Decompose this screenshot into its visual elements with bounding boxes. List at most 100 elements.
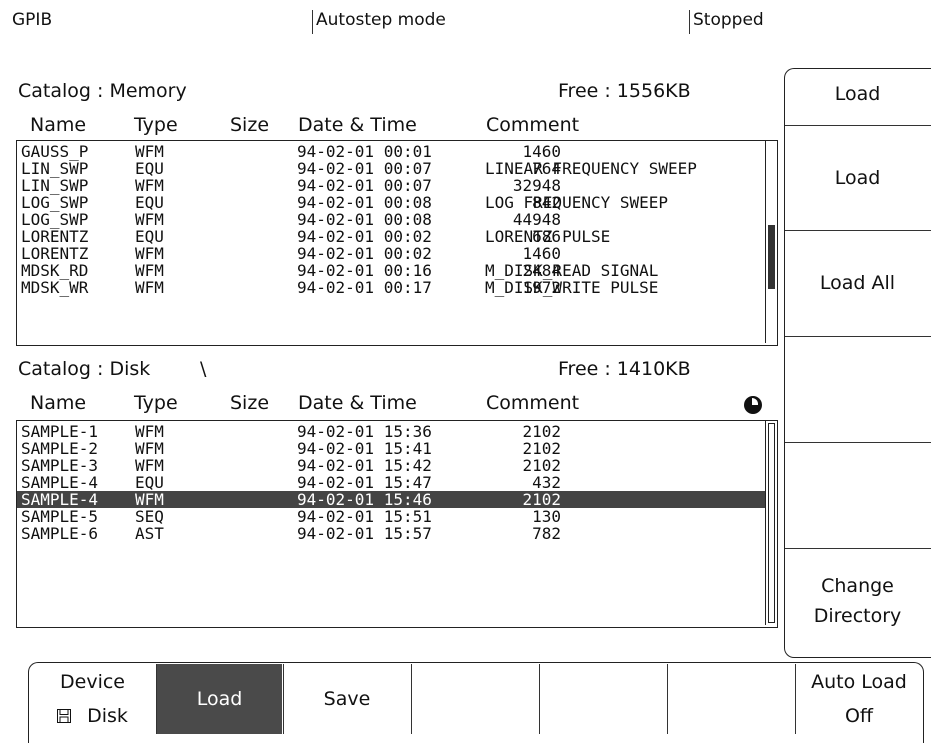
memory-row[interactable]: GAUSS_P WFM 1460 94-02-01 00:01 (17, 143, 765, 160)
disk-row[interactable]: SAMPLE-5 SEQ 130 94-02-01 15:51 (17, 508, 765, 525)
disk-row-size: 2102 (522, 439, 561, 458)
memory-row-type: WFM (135, 210, 164, 229)
memory-row[interactable]: MDSK_RD WFM 2484 94-02-01 00:16 M_DISK_READ … (17, 262, 765, 279)
memory-row-date: 94-02-01 00:17 (297, 278, 432, 297)
side-empty-button-2[interactable] (784, 443, 931, 547)
memory-col-type[interactable]: Type (134, 114, 178, 136)
disk-row-size: 2102 (522, 490, 561, 509)
disk-row[interactable]: SAMPLE-6 AST 782 94-02-01 15:57 (17, 525, 765, 542)
memory-col-size[interactable]: Size (230, 114, 269, 136)
memory-col-name[interactable]: Name (30, 114, 86, 136)
disk-row-name: SAMPLE-2 (21, 439, 99, 458)
memory-row-name: LIN_SWP (21, 176, 89, 195)
memory-scrollbar[interactable] (765, 141, 777, 343)
memory-row[interactable]: LIN_SWP WFM 32948 94-02-01 00:07 (17, 177, 765, 194)
disk-row-type: WFM (135, 456, 164, 475)
disk-row-type: SEQ (135, 507, 164, 526)
memory-free-space: Free : 1556KB (558, 80, 691, 102)
status-mode: Autostep mode (316, 10, 446, 30)
disk-row-date: 94-02-01 15:42 (297, 456, 432, 475)
memory-row-type: WFM (135, 244, 164, 263)
disk-row[interactable]: SAMPLE-1 WFM 2102 94-02-01 15:36 (17, 423, 765, 440)
auto-load-button[interactable]: Auto Load Off (796, 664, 922, 734)
disk-row-date: 94-02-01 15:41 (297, 439, 432, 458)
memory-row-name: LOG_SWP (21, 210, 89, 229)
memory-row-name: LIN_SWP (21, 159, 89, 178)
memory-row[interactable]: LORENTZ WFM 1460 94-02-01 00:02 (17, 245, 765, 262)
disk-row-size: 782 (532, 524, 561, 543)
memory-row[interactable]: MDSK_WR WFM 1972 94-02-01 00:17 M_DISK_WRITE… (17, 279, 765, 296)
bottom-load-button[interactable]: Load (157, 664, 282, 734)
bottom-empty-button-3[interactable] (668, 664, 794, 734)
memory-catalog-title: Catalog : Memory (18, 80, 187, 102)
disk-col-size[interactable]: Size (230, 392, 269, 414)
disk-row-date: 94-02-01 15:46 (297, 490, 432, 509)
disk-row-type: EQU (135, 473, 164, 492)
disk-scrollbar[interactable] (765, 421, 777, 625)
disk-file-list[interactable]: SAMPLE-1 WFM 2102 94-02-01 15:36 SAMPLE-2 WFM… (16, 420, 778, 628)
memory-row-name: LORENTZ (21, 244, 89, 263)
memory-col-comment[interactable]: Comment (486, 114, 579, 136)
bottom-save-button[interactable]: Save (284, 664, 410, 734)
memory-row[interactable]: LIN_SWP EQU 764 94-02-01 00:07 LINEAR FREQUE… (17, 160, 765, 177)
floppy-icon (57, 709, 72, 723)
memory-row[interactable]: LOG_SWP EQU 842 94-02-01 00:08 LOG FREQUENCY… (17, 194, 765, 211)
memory-scrollbar-thumb[interactable] (768, 225, 775, 289)
change-directory-label-2: Directory (813, 605, 902, 627)
disk-row-name: SAMPLE-1 (21, 422, 99, 441)
disk-activity-icon (744, 396, 762, 414)
disk-row[interactable]: SAMPLE-4 WFM 2102 94-02-01 15:46 (17, 491, 765, 508)
memory-row-comment: LINEAR FREQUENCY SWEEP (485, 159, 697, 178)
disk-row-type: WFM (135, 490, 164, 509)
memory-row-date: 94-02-01 00:07 (297, 159, 432, 178)
memory-row-name: GAUSS_P (21, 142, 89, 161)
memory-row-comment: M_DISK_READ SIGNAL (485, 261, 659, 280)
side-menu-title-label: Load (834, 83, 881, 105)
bottom-empty-button-2[interactable] (540, 664, 666, 734)
side-load-all-button[interactable]: Load All (784, 231, 931, 335)
bottom-empty-button-1[interactable] (412, 664, 538, 734)
memory-row-type: EQU (135, 227, 164, 246)
memory-row-name: MDSK_WR (21, 278, 89, 297)
memory-file-list[interactable]: GAUSS_P WFM 1460 94-02-01 00:01 LIN_SWP EQU 76… (16, 140, 778, 346)
side-load-label: Load (834, 167, 881, 189)
memory-row-size: 44948 (512, 210, 561, 229)
memory-row-name: MDSK_RD (21, 261, 89, 280)
memory-row-comment: M_DISK_WRITE PULSE (485, 278, 659, 297)
device-button[interactable]: Device Disk (29, 664, 156, 734)
disk-row-date: 94-02-01 15:51 (297, 507, 432, 526)
memory-row-type: EQU (135, 193, 164, 212)
disk-free-space: Free : 1410KB (558, 358, 691, 380)
bottom-save-label: Save (323, 688, 371, 710)
disk-row-date: 94-02-01 15:36 (297, 422, 432, 441)
memory-row-size: 1460 (522, 142, 561, 161)
disk-row[interactable]: SAMPLE-4 EQU 432 94-02-01 15:47 (17, 474, 765, 491)
disk-scrollbar-thumb[interactable] (768, 423, 775, 623)
disk-col-comment[interactable]: Comment (486, 392, 579, 414)
memory-row-type: WFM (135, 142, 164, 161)
side-load-button[interactable]: Load (784, 126, 931, 230)
change-directory-button[interactable]: Change Directory (784, 549, 931, 653)
disk-row-size: 2102 (522, 422, 561, 441)
memory-row-name: LOG_SWP (21, 193, 89, 212)
disk-row-name: SAMPLE-4 (21, 490, 99, 509)
memory-row-type: EQU (135, 159, 164, 178)
memory-row-comment: LORENTZ PULSE (485, 227, 611, 246)
disk-row-type: WFM (135, 422, 164, 441)
memory-row-date: 94-02-01 00:02 (297, 244, 432, 263)
memory-row-comment: LOG FREQUENCY SWEEP (485, 193, 669, 212)
memory-row-date: 94-02-01 00:01 (297, 142, 432, 161)
side-empty-button-1[interactable] (784, 337, 931, 441)
disk-row-date: 94-02-01 15:47 (297, 473, 432, 492)
disk-row-type: AST (135, 524, 164, 543)
disk-col-name[interactable]: Name (30, 392, 86, 414)
disk-col-datetime[interactable]: Date & Time (298, 392, 417, 414)
disk-row[interactable]: SAMPLE-3 WFM 2102 94-02-01 15:42 (17, 457, 765, 474)
disk-row-name: SAMPLE-6 (21, 524, 99, 543)
memory-row[interactable]: LORENTZ EQU 686 94-02-01 00:02 LORENTZ PULSE (17, 228, 765, 245)
disk-row[interactable]: SAMPLE-2 WFM 2102 94-02-01 15:41 (17, 440, 765, 457)
disk-catalog-title: Catalog : Disk (18, 358, 151, 380)
disk-col-type[interactable]: Type (134, 392, 178, 414)
memory-row[interactable]: LOG_SWP WFM 44948 94-02-01 00:08 (17, 211, 765, 228)
memory-col-datetime[interactable]: Date & Time (298, 114, 417, 136)
